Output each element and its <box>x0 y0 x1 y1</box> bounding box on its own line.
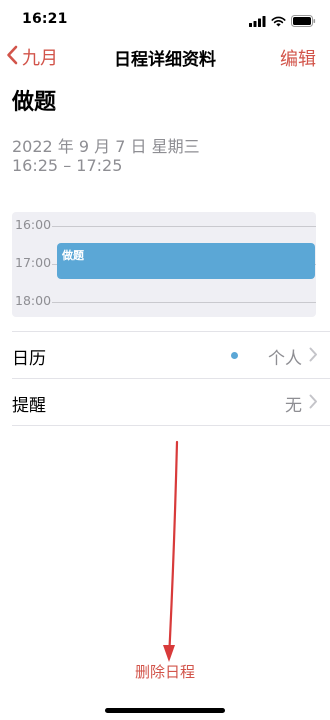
timeline-hour-label: 16:00 <box>15 217 52 232</box>
annotation-arrow <box>150 440 190 674</box>
row-divider <box>12 378 330 379</box>
timeline-hour-row: 18:00 <box>12 294 316 307</box>
calendar-row-label: 日历 <box>12 349 46 369</box>
status-icons <box>249 12 316 31</box>
status-time: 16:21 <box>22 11 68 27</box>
calendar-event-detail-screen: 16:21 九月 日程详细资料 编辑 做题 2022 年 9 月 7 日 星期三… <box>0 0 330 720</box>
calendar-row-value: 个人 <box>268 349 302 369</box>
timeline-hour-label: 18:00 <box>15 293 52 308</box>
chevron-right-icon <box>309 394 318 413</box>
wifi-icon <box>271 12 286 31</box>
row-divider <box>12 425 330 426</box>
timeline-event-label: 做题 <box>62 249 84 262</box>
timeline-hour-line <box>52 302 316 303</box>
timeline-hour-row: 16:00 <box>12 218 316 231</box>
signal-icon <box>249 12 266 31</box>
alert-row[interactable]: 提醒 无 <box>12 380 318 424</box>
row-divider <box>12 331 330 332</box>
status-bar: 16:21 <box>0 0 330 40</box>
home-indicator[interactable] <box>105 708 225 713</box>
delete-event-button[interactable]: 删除日程 <box>0 661 330 682</box>
chevron-right-icon <box>309 347 318 366</box>
day-timeline: 16:00 17:00 18:00 做题 <box>12 212 316 317</box>
event-title: 做题 <box>12 90 57 115</box>
event-time-range: 16:25 – 17:25 <box>12 156 123 175</box>
event-date: 2022 年 9 月 7 日 星期三 <box>12 137 200 156</box>
battery-icon <box>291 12 316 31</box>
calendar-color-dot <box>231 352 238 359</box>
alert-row-label: 提醒 <box>12 396 46 416</box>
timeline-hour-label: 17:00 <box>15 255 52 270</box>
navigation-bar: 九月 日程详细资料 编辑 <box>0 40 330 76</box>
calendar-row[interactable]: 日历 个人 <box>12 333 318 377</box>
timeline-hour-line <box>52 226 316 227</box>
timeline-event-block[interactable]: 做题 <box>57 243 315 279</box>
edit-button[interactable]: 编辑 <box>280 45 316 71</box>
alert-row-value: 无 <box>285 396 302 416</box>
